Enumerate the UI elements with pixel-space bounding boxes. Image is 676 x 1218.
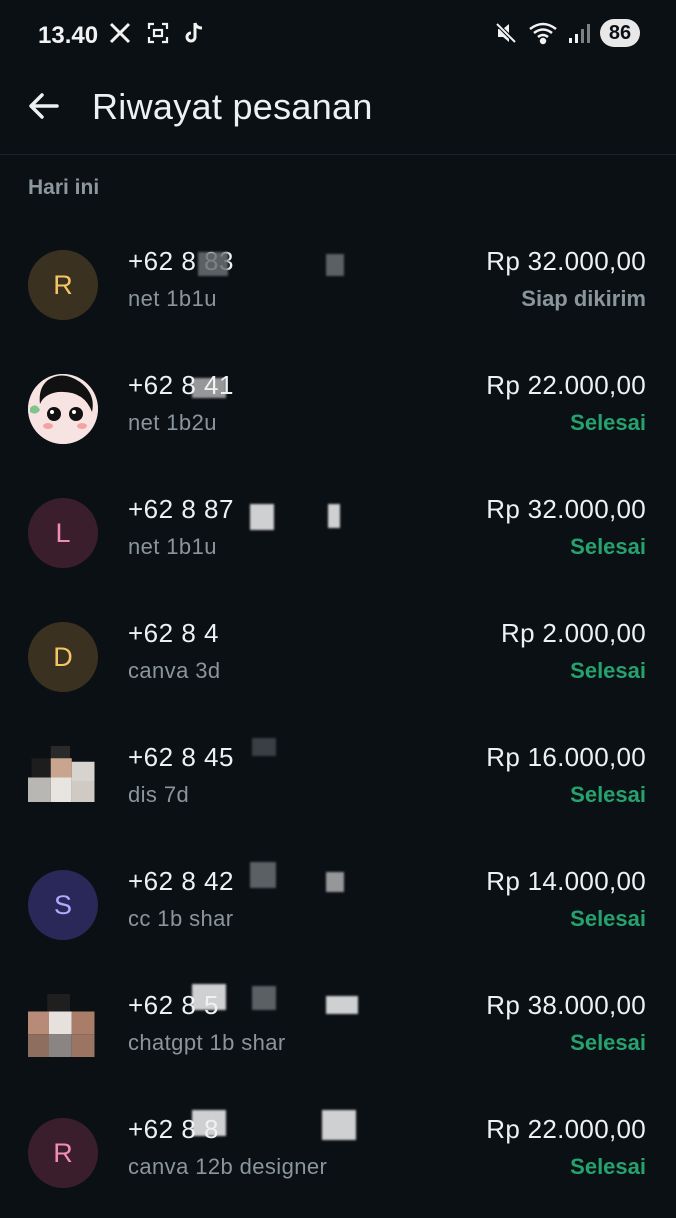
product-name: dis 7d: [128, 782, 190, 807]
order-row[interactable]: S +62 8 42 cc 1b shar Rp 14.000,00 Seles…: [0, 846, 676, 970]
pixelated-avatar-icon: [28, 994, 95, 1057]
back-button[interactable]: [24, 86, 64, 126]
order-status: Selesai: [570, 782, 646, 807]
redaction-mark: [192, 1110, 226, 1136]
x-logo-icon: [109, 22, 131, 44]
product-name: cc 1b shar: [128, 906, 234, 931]
redaction-mark: [252, 986, 276, 1010]
avatar-photo-blurred: [28, 746, 98, 816]
order-status: Selesai: [570, 410, 646, 435]
customer-phone: +62 8 87: [128, 494, 234, 524]
order-amount: Rp 16.000,00: [486, 742, 646, 772]
order-status: Selesai: [570, 906, 646, 931]
customer-phone: +62 8 42: [128, 866, 234, 896]
order-row[interactable]: +62 8 5 chatgpt 1b shar Rp 38.000,00 Sel…: [0, 970, 676, 1094]
app-bar: Riwayat pesanan: [0, 72, 676, 155]
avatar: L: [28, 498, 98, 568]
order-amount: Rp 38.000,00: [486, 990, 646, 1020]
screenshot-icon: [147, 22, 169, 44]
avatar: S: [28, 870, 98, 940]
avatar: R: [28, 250, 98, 320]
redaction-mark: [328, 504, 340, 528]
order-amount: Rp 22.000,00: [486, 1114, 646, 1144]
product-name: net 1b1u: [128, 534, 217, 559]
order-row[interactable]: +62 8 45 dis 7d Rp 16.000,00 Selesai: [0, 722, 676, 846]
order-status: Selesai: [570, 1154, 646, 1179]
order-status: Siap dikirim: [521, 286, 646, 311]
order-amount: Rp 2.000,00: [501, 618, 646, 648]
avatar-photo: [28, 374, 98, 444]
section-label-today: Hari ini: [28, 176, 100, 199]
order-amount: Rp 14.000,00: [486, 866, 646, 896]
order-row[interactable]: R +62 8 83 net 1b1u Rp 32.000,00 Siap di…: [0, 226, 676, 350]
battery-level: 86: [600, 19, 640, 47]
redaction-mark: [326, 872, 344, 892]
product-name: net 1b2u: [128, 410, 217, 435]
customer-phone: +62 8 45: [128, 742, 234, 772]
signal-icon: [569, 24, 590, 43]
redaction-mark: [252, 738, 276, 756]
tiktok-icon: [185, 22, 203, 43]
avatar-photo-blurred: [28, 994, 98, 1064]
redaction-mark: [198, 252, 228, 276]
status-bar: 13.40 86: [0, 0, 676, 72]
redaction-mark: [326, 254, 344, 276]
arrow-left-icon: [29, 93, 59, 119]
order-amount: Rp 32.000,00: [486, 246, 646, 276]
product-name: canva 12b designer: [128, 1154, 328, 1179]
avatar: D: [28, 622, 98, 692]
status-time: 13.40: [38, 22, 99, 49]
redaction-mark: [250, 504, 274, 530]
order-amount: Rp 22.000,00: [486, 370, 646, 400]
redaction-mark: [326, 996, 358, 1014]
order-amount: Rp 32.000,00: [486, 494, 646, 524]
avatar: R: [28, 1118, 98, 1188]
mute-vibrate-icon: [495, 22, 517, 44]
pixelated-avatar-icon: [28, 746, 95, 802]
product-name: canva 3d: [128, 658, 221, 683]
order-status: Selesai: [570, 534, 646, 559]
wifi-icon: [529, 22, 557, 45]
product-name: net 1b1u: [128, 286, 217, 311]
redaction-mark: [192, 984, 226, 1010]
order-status: Selesai: [570, 658, 646, 683]
order-row[interactable]: L +62 8 87 net 1b1u Rp 32.000,00 Selesai: [0, 474, 676, 598]
product-name: chatgpt 1b shar: [128, 1030, 286, 1055]
order-list: R +62 8 83 net 1b1u Rp 32.000,00 Siap di…: [0, 226, 676, 1218]
order-row[interactable]: D +62 8 4 canva 3d Rp 2.000,00 Selesai: [0, 598, 676, 722]
customer-phone: +62 8 4: [128, 618, 219, 648]
order-status: Selesai: [570, 1030, 646, 1055]
status-left-icons: [108, 21, 204, 45]
redaction-mark: [192, 378, 226, 398]
redaction-mark: [250, 862, 276, 888]
page-title: Riwayat pesanan: [92, 86, 373, 127]
order-row[interactable]: R +62 8 8 canva 12b designer Rp 22.000,0…: [0, 1094, 676, 1218]
status-right-icons: 86: [494, 19, 640, 47]
redaction-mark: [322, 1110, 356, 1140]
order-row[interactable]: +62 8 41 net 1b2u Rp 22.000,00 Selesai: [0, 350, 676, 474]
cartoon-avatar-icon: [28, 374, 98, 444]
